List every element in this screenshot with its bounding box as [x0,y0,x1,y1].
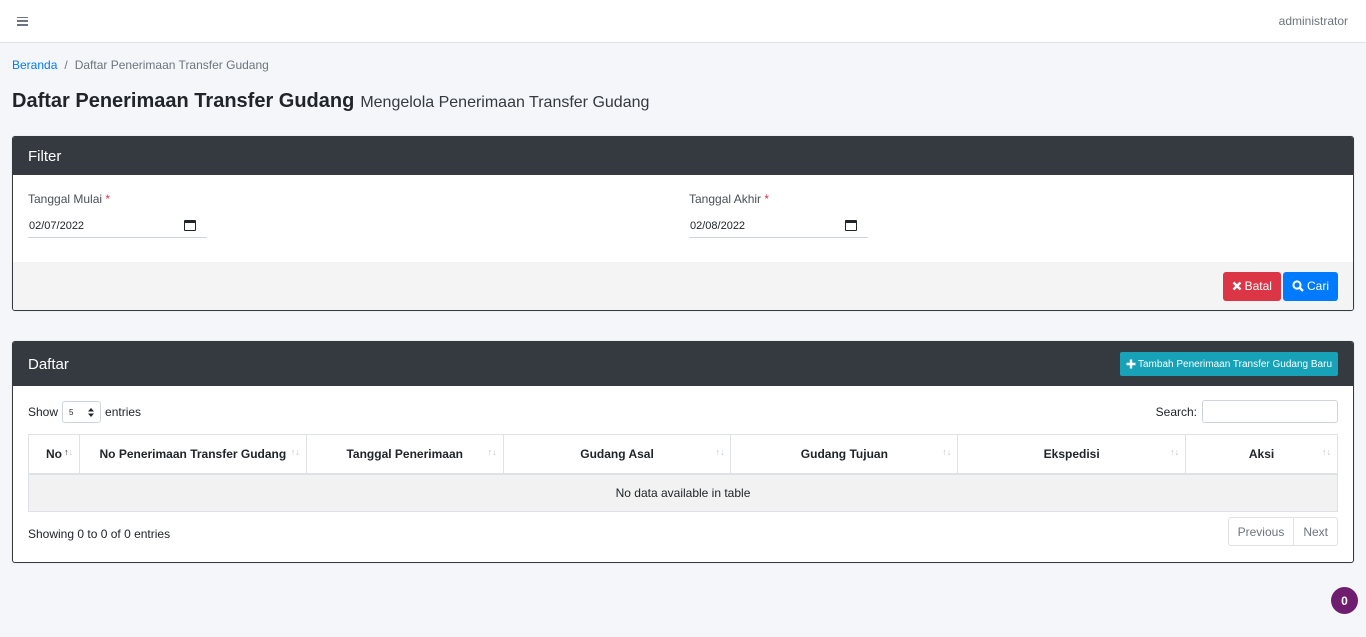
calendar-icon[interactable] [184,220,196,231]
column-header-no[interactable]: No ↑↓ [28,434,80,475]
sort-icon: ↑↓ [1322,447,1331,457]
cancel-button[interactable]: Batal [1222,271,1281,301]
plus-icon [1126,359,1136,369]
filter-card: Filter Tanggal Mulai * 02/07/2022 Tangga… [12,136,1354,311]
list-card-title: Daftar [28,355,69,373]
sort-icon: ↑↓ [487,447,497,457]
page-header: Daftar Penerimaan Transfer Gudang Mengel… [12,90,649,113]
search-icon [1292,280,1304,292]
top-navbar: administrator [0,0,1366,43]
start-date-group: Tanggal Mulai * 02/07/2022 [28,192,207,238]
sort-icon: ↑↓ [290,447,300,457]
table-header-row: No ↑↓ No Penerimaan Transfer Gudang ↑↓ Tan… [28,434,1338,475]
list-card: Daftar Tambah Penerimaan Transfer Gudang… [12,341,1354,563]
pagination: Previous Next [1227,517,1338,546]
column-header-receipt-number[interactable]: No Penerimaan Transfer Gudang ↑↓ [78,434,307,475]
breadcrumb-home-link[interactable]: Beranda [12,58,57,72]
filter-card-header: Filter [13,137,1353,175]
column-header-action[interactable]: Aksi ↑↓ [1185,434,1338,475]
search-input[interactable] [1202,400,1338,423]
user-menu[interactable]: administrator [1279,14,1348,28]
start-date-input[interactable]: 02/07/2022 [28,214,207,238]
next-page-button[interactable]: Next [1294,517,1338,546]
breadcrumb-separator: / [64,58,68,72]
data-table: No ↑↓ No Penerimaan Transfer Gudang ↑↓ Tan… [28,434,1338,512]
breadcrumb: Beranda / Daftar Penerimaan Transfer Gud… [12,58,269,72]
sort-icon: ↑↓ [942,447,952,457]
end-date-label: Tanggal Akhir * [689,192,770,206]
page-length-select[interactable]: 5 [62,401,102,423]
column-header-expedition[interactable]: Ekspedisi ↑↓ [957,434,1187,475]
calendar-icon[interactable] [845,220,857,231]
previous-page-button[interactable]: Previous [1227,517,1295,546]
notification-badge[interactable]: 0 [1331,587,1358,614]
search-button[interactable]: Cari [1282,271,1338,301]
column-header-source-warehouse[interactable]: Gudang Asal ↑↓ [502,434,732,475]
column-header-receipt-date[interactable]: Tanggal Penerimaan ↑↓ [305,434,504,475]
table-search: Search: [1156,400,1338,423]
sort-icon: ↑↓ [715,447,725,457]
column-header-destination-warehouse[interactable]: Gudang Tujuan ↑↓ [730,434,959,475]
table-info: Showing 0 to 0 of 0 entries [28,527,171,541]
end-date-group: Tanggal Akhir * 02/08/2022 [689,192,868,238]
add-receipt-button[interactable]: Tambah Penerimaan Transfer Gudang Baru [1120,352,1338,376]
start-date-value: 02/07/2022 [29,219,85,232]
filter-card-title: Filter [28,147,62,165]
list-card-header: Daftar Tambah Penerimaan Transfer Gudang… [13,342,1353,386]
sort-icon: ↑↓ [1170,447,1180,457]
menu-icon[interactable] [17,16,28,26]
page-title: Daftar Penerimaan Transfer Gudang [12,90,355,112]
close-icon [1232,281,1241,291]
start-date-label: Tanggal Mulai * [28,192,111,206]
end-date-input[interactable]: 02/08/2022 [689,214,868,238]
end-date-value: 02/08/2022 [690,219,746,232]
select-arrows-icon [88,407,95,417]
sort-icon: ↑↓ [63,447,73,457]
page-length-control: Show 5 entries [28,401,141,423]
table-row: No data available in table [28,473,1338,512]
filter-card-footer: Batal Cari [13,262,1353,310]
empty-table-message: No data available in table [28,473,1338,512]
page-subtitle: Mengelola Penerimaan Transfer Gudang [360,94,650,111]
breadcrumb-current: Daftar Penerimaan Transfer Gudang [74,58,269,72]
